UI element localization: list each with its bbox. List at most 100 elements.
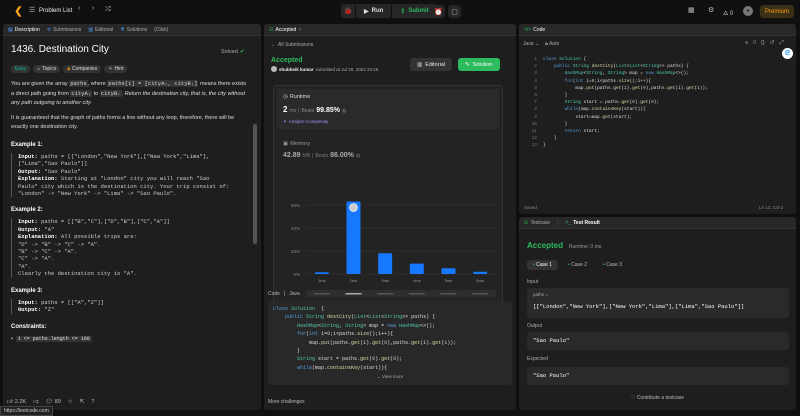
topics-tag[interactable]: ⌂ Topics (33, 65, 61, 73)
x-tick-label: 3ms (381, 278, 389, 283)
bar-3ms[interactable] (378, 253, 393, 274)
bar-1ms[interactable] (314, 272, 329, 274)
code-line: } (543, 136, 557, 142)
y-tick-label: 0% (293, 272, 300, 277)
case-2-tab[interactable]: • Case 2 (562, 260, 593, 270)
bar-2ms[interactable] (346, 201, 361, 274)
range-slider-track[interactable] (306, 290, 496, 297)
submit-button[interactable]: ⇪ Submit (392, 4, 437, 18)
like-button[interactable]: 👍︎ 2.2K (7, 399, 26, 405)
shuffle-icon[interactable]: ⤮ (105, 6, 111, 14)
bar-4ms[interactable] (409, 263, 424, 274)
debug-icon[interactable]: 🐞 (341, 4, 355, 18)
bar-6ms[interactable] (473, 271, 488, 274)
problem-list-link[interactable]: Problem List (39, 8, 72, 14)
tab-accepted[interactable]: ☑ Accepted × (269, 27, 301, 33)
contribute-testcase-link[interactable]: ♡ Contribute a testcase (519, 395, 796, 401)
line-number: 12 (531, 136, 537, 142)
run-button[interactable]: ▶ Run (356, 4, 392, 18)
range-slider-mini-bar (345, 293, 362, 295)
tab-testcase[interactable]: ☑ Testcase (524, 220, 550, 226)
tab-solutions[interactable]: ⚗ Solutions (120, 27, 147, 33)
example-block: Input: paths = [["London","New York"],["… (11, 153, 247, 198)
examples: Example 1: Input: paths = [["London","New… (11, 142, 247, 314)
note-icon[interactable]: ▢ (448, 5, 461, 18)
premium-button[interactable]: Premium (760, 5, 795, 18)
example-line: "London" -> "New York" -> "Lima" -> "Sao… (18, 190, 177, 198)
editorial-button[interactable]: ▥ Editorial (410, 58, 453, 71)
autosave-toggle[interactable]: 🔒︎ Auto (545, 41, 559, 47)
code-line: } (273, 348, 301, 355)
tab-click[interactable]: (Click) (154, 27, 168, 33)
case-1-tab[interactable]: • Case 1 (527, 260, 558, 270)
tab-code[interactable]: </> Code (524, 27, 545, 33)
close-icon[interactable]: × (298, 27, 301, 33)
tab-submissions[interactable]: ⟲ Submissions (47, 27, 82, 33)
bar-5ms[interactable] (441, 268, 456, 274)
range-slider-mini-bar (472, 293, 489, 295)
prev-problem-icon[interactable]: ‹ (78, 5, 80, 12)
tab-editorial[interactable]: ▥ Editorial (88, 27, 113, 33)
example-line: Explanation: All possible trips are: (18, 233, 137, 241)
runtime-box[interactable]: ◷ Runtime 2 ms | Beats 99.85% ◍ ✦ Analyze Compl… (277, 89, 499, 129)
editor-toolbar: Java ⌄ 🔒︎ Auto (523, 41, 559, 47)
terminal-icon: >_ (565, 219, 572, 226)
input-box: paths = [["London","New York"],["New Yor… (527, 288, 789, 318)
case-3-tab[interactable]: • Case 3 (597, 260, 628, 270)
expand-icon[interactable]: ⤢ (779, 40, 783, 47)
list-icon[interactable]: ☰ (29, 6, 35, 14)
code-block: class Solution { public String destCity(… (273, 305, 456, 372)
star-icon[interactable]: ☆ (68, 399, 73, 405)
code-header: Code | Java (268, 291, 300, 297)
check-circle-icon: ✔ (239, 49, 245, 55)
comments-button[interactable]: 💬︎ 89 (46, 399, 61, 405)
analyze-complexity-link[interactable]: ✦ Analyze Complexity (283, 119, 328, 125)
tab-description[interactable]: ▤ Description (8, 27, 40, 33)
problem-tags: Easy ⌂ Topics 🔒︎ Companies ✧ Hint (11, 65, 247, 73)
memory-value: 42.89 MB | Beats 86.00% ◍ (283, 152, 361, 159)
assistant-icon[interactable]: ᘓ (782, 48, 793, 59)
line-number: 11 (531, 129, 537, 135)
view-more-link[interactable]: ⌄ View more (268, 374, 512, 380)
globe-icon: ◍ (341, 108, 347, 114)
example-heading: Example 2: (11, 207, 43, 214)
line-number: 8 (534, 107, 537, 113)
braces-icon[interactable]: {} (761, 40, 765, 47)
solution-button[interactable]: ✎ Solution (458, 58, 500, 71)
share-icon[interactable]: ⇱ (80, 399, 85, 405)
help-icon[interactable]: ? (91, 399, 94, 405)
companies-tag[interactable]: 🔒︎ Companies (63, 65, 102, 73)
flask-icon: ⚗ (120, 26, 125, 33)
avatar[interactable]: ● (743, 6, 753, 16)
leetcode-logo-icon[interactable]: ❮ (12, 5, 25, 18)
checkbox-icon: ☑ (524, 219, 529, 226)
tab-test-result[interactable]: >_ Test Result (566, 220, 600, 226)
example-line: Clearly the destination city is "A". (18, 270, 137, 278)
reset-icon[interactable]: ↺ (770, 40, 775, 47)
back-link[interactable]: ← All Submissions (271, 42, 313, 48)
code-line: while(map.containsKey(start)){ (564, 107, 646, 113)
code-line: map.put(paths.get(i).get(0),paths.get(i)… (273, 339, 457, 346)
run-controls: 🐞 ▶ Run ⇪ Submit (341, 4, 437, 18)
memory-box[interactable]: ▣ Memory 42.89 MB | Beats 86.00% ◍ (277, 138, 499, 163)
alarm-icon[interactable]: ⏰ (432, 5, 445, 18)
sparkle-icon: ✦ (283, 119, 287, 124)
next-problem-icon[interactable]: › (92, 5, 94, 12)
code-line: start=map.get(start); (543, 114, 633, 120)
format-icon[interactable]: ≡ (745, 40, 748, 47)
bookmark-icon[interactable]: ⌑ (753, 40, 756, 47)
x-tick-label: 6ms (476, 278, 484, 283)
heart-icon: ♡ (630, 395, 636, 401)
problem-intro: You are given the array paths, where pat… (11, 80, 247, 106)
code-line: for(int i=0;i<paths.size();i++){ (564, 78, 652, 84)
dislike-button[interactable]: 👎︎ (33, 399, 39, 405)
scrollbar[interactable] (253, 124, 257, 244)
language-select[interactable]: Java ⌄ (523, 41, 539, 47)
settings-icon[interactable]: ⚙ (708, 6, 714, 14)
streak-counter[interactable]: 🜂 0 (723, 7, 733, 19)
hint-tag[interactable]: ✧ Hint (104, 65, 128, 73)
editor-code[interactable]: class Solution { public String destCity(… (543, 56, 708, 150)
example-line: Output: "A" (18, 225, 55, 233)
code-line: while(map.containsKey(start)){ (297, 364, 388, 371)
layout-icon[interactable]: ▦ (688, 6, 695, 14)
